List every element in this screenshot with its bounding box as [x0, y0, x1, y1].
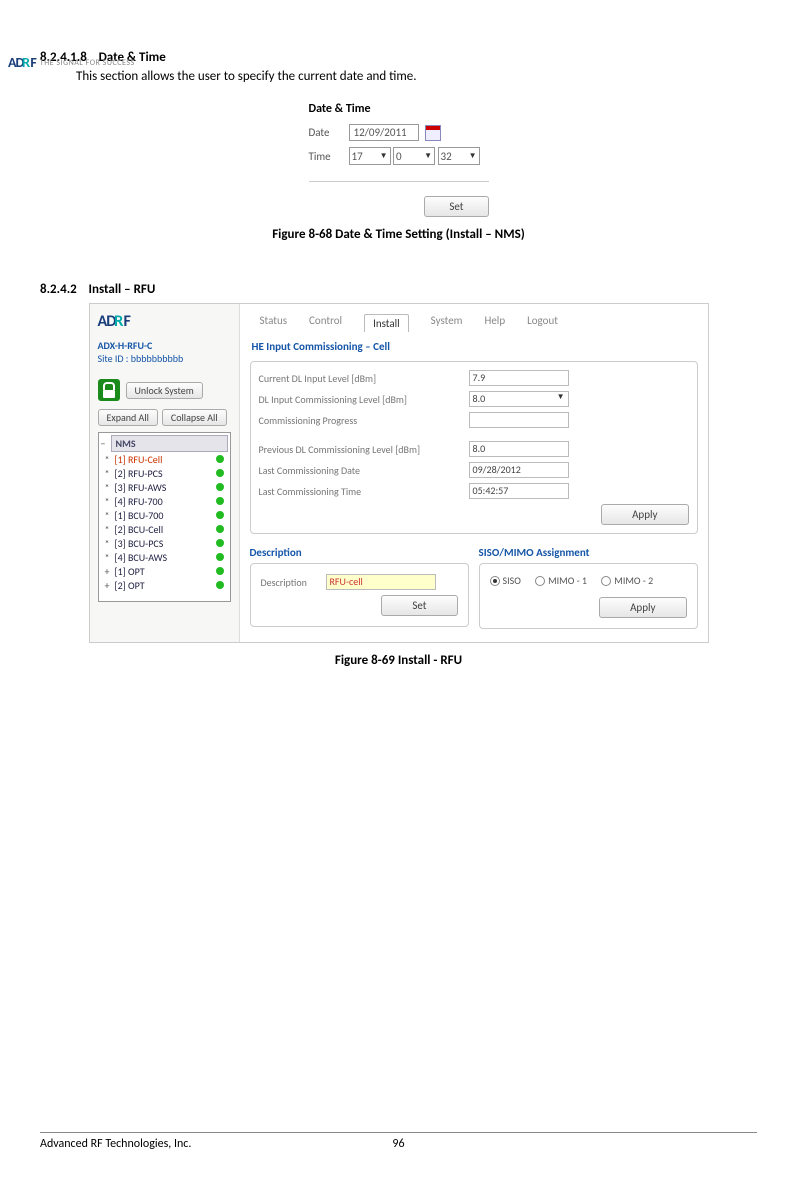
label-prev-dl: Previous DL Commissioning Level [dBm]: [259, 443, 469, 456]
value-last-date: 09/28/2012: [469, 462, 569, 478]
date-input[interactable]: 12/09/2011: [349, 124, 419, 141]
tree-item[interactable]: *[3] BCU-PCS: [101, 536, 228, 550]
rfu-site-id: Site ID : bbbbbbbbbb: [98, 352, 231, 365]
tab-system[interactable]: System: [431, 314, 463, 332]
radio-siso[interactable]: SISO: [490, 574, 521, 587]
commissioning-apply-button[interactable]: Apply: [601, 504, 688, 525]
figure-caption-69: Figure 8-69 Install - RFU: [40, 653, 757, 668]
section-title-rfu: Install – RFU: [89, 282, 156, 297]
siso-apply-button[interactable]: Apply: [599, 597, 686, 618]
page-footer: Advanced RF Technologies, Inc. 96: [40, 1132, 757, 1151]
label-last-date: Last Commissioning Date: [259, 464, 469, 477]
time-hour-select[interactable]: 17▼: [349, 147, 391, 165]
rfu-main-area: Status Control Install System Help Logou…: [240, 304, 708, 642]
tree-item[interactable]: +[1] OPT: [101, 564, 228, 578]
expand-all-button[interactable]: Expand All: [98, 409, 158, 426]
description-input[interactable]: RFU-cell: [326, 574, 436, 590]
figure-caption-68: Figure 8-68 Date & Time Setting (Install…: [40, 227, 757, 242]
rfu-screenshot: ADЯF ADX-H-RFU-C Site ID : bbbbbbbbbb Un…: [89, 303, 709, 643]
time-label: Time: [309, 150, 349, 163]
time-minute-select[interactable]: 0▼: [393, 147, 435, 165]
commissioning-panel-title: HE Input Commissioning – Cell: [252, 340, 708, 353]
description-label: Description: [261, 576, 326, 589]
logo-mark: ADЯF: [8, 54, 36, 71]
lock-icon: [98, 379, 120, 401]
commissioning-panel: Current DL Input Level [dBm]7.9 DL Input…: [250, 361, 698, 534]
radio-mimo-1[interactable]: MIMO - 1: [535, 574, 587, 587]
tree-item[interactable]: *[2] BCU-Cell: [101, 522, 228, 536]
section-number-rfu: 8.2.4.2: [40, 282, 77, 297]
tree-item[interactable]: *[4] BCU-AWS: [101, 550, 228, 564]
value-prev-dl: 8.0: [469, 441, 569, 457]
rfu-tabs: Status Control Install System Help Logou…: [240, 304, 708, 332]
label-dl-comm-level: DL Input Commissioning Level [dBm]: [259, 393, 469, 406]
tree-root-nms: NMS: [111, 435, 228, 452]
tree-item[interactable]: *[1] RFU-Cell: [101, 452, 228, 466]
tree-item[interactable]: *[2] RFU-PCS: [101, 466, 228, 480]
value-comm-progress: [469, 412, 569, 428]
select-dl-comm-level[interactable]: 8.0▼: [469, 391, 569, 407]
tree-item[interactable]: *[3] RFU-AWS: [101, 480, 228, 494]
rfu-model: ADX-H-RFU-C: [98, 339, 231, 352]
tab-install[interactable]: Install: [364, 314, 409, 332]
device-tree[interactable]: −NMS *[1] RFU-Cell*[2] RFU-PCS*[3] RFU-A…: [98, 432, 231, 602]
page-header-logo: ADЯF THE SIGNAL FOR SUCCESS: [8, 54, 135, 71]
description-panel-title: Description: [250, 546, 469, 559]
datetime-widget: Date & Time Date 12/09/2011 Time 17▼ 0▼ …: [309, 94, 489, 182]
label-comm-progress: Commissioning Progress: [259, 414, 469, 427]
collapse-all-button[interactable]: Collapse All: [162, 409, 227, 426]
tree-item[interactable]: +[2] OPT: [101, 578, 228, 592]
description-set-button[interactable]: Set: [381, 595, 457, 616]
siso-panel-title: SISO/MIMO Assignment: [479, 546, 698, 559]
unlock-system-button[interactable]: Unlock System: [126, 382, 203, 399]
section-body-datetime: This section allows the user to specify …: [76, 69, 757, 84]
label-current-dl: Current DL Input Level [dBm]: [259, 372, 469, 385]
tree-item[interactable]: *[4] RFU-700: [101, 494, 228, 508]
tab-logout[interactable]: Logout: [527, 314, 558, 332]
tab-help[interactable]: Help: [484, 314, 505, 332]
siso-panel: SISO MIMO - 1 MIMO - 2 Apply: [479, 563, 698, 629]
tab-control[interactable]: Control: [309, 314, 342, 332]
date-label: Date: [309, 126, 349, 139]
calendar-icon[interactable]: [425, 125, 441, 141]
time-second-select[interactable]: 32▼: [438, 147, 480, 165]
footer-company: Advanced RF Technologies, Inc.: [40, 1137, 191, 1151]
value-current-dl: 7.9: [469, 370, 569, 386]
description-panel: DescriptionRFU-cell Set: [250, 563, 469, 627]
footer-page-number: 96: [392, 1137, 404, 1151]
datetime-set-button[interactable]: Set: [424, 196, 488, 217]
value-last-time: 05:42:57: [469, 483, 569, 499]
tab-status[interactable]: Status: [260, 314, 288, 332]
logo-tagline: THE SIGNAL FOR SUCCESS: [40, 58, 135, 68]
radio-mimo-2[interactable]: MIMO - 2: [601, 574, 653, 587]
label-last-time: Last Commissioning Time: [259, 485, 469, 498]
tree-item[interactable]: *[1] BCU-700: [101, 508, 228, 522]
rfu-sidebar: ADЯF ADX-H-RFU-C Site ID : bbbbbbbbbb Un…: [90, 304, 240, 642]
datetime-heading: Date & Time: [309, 102, 489, 116]
rfu-logo: ADЯF: [98, 312, 231, 331]
